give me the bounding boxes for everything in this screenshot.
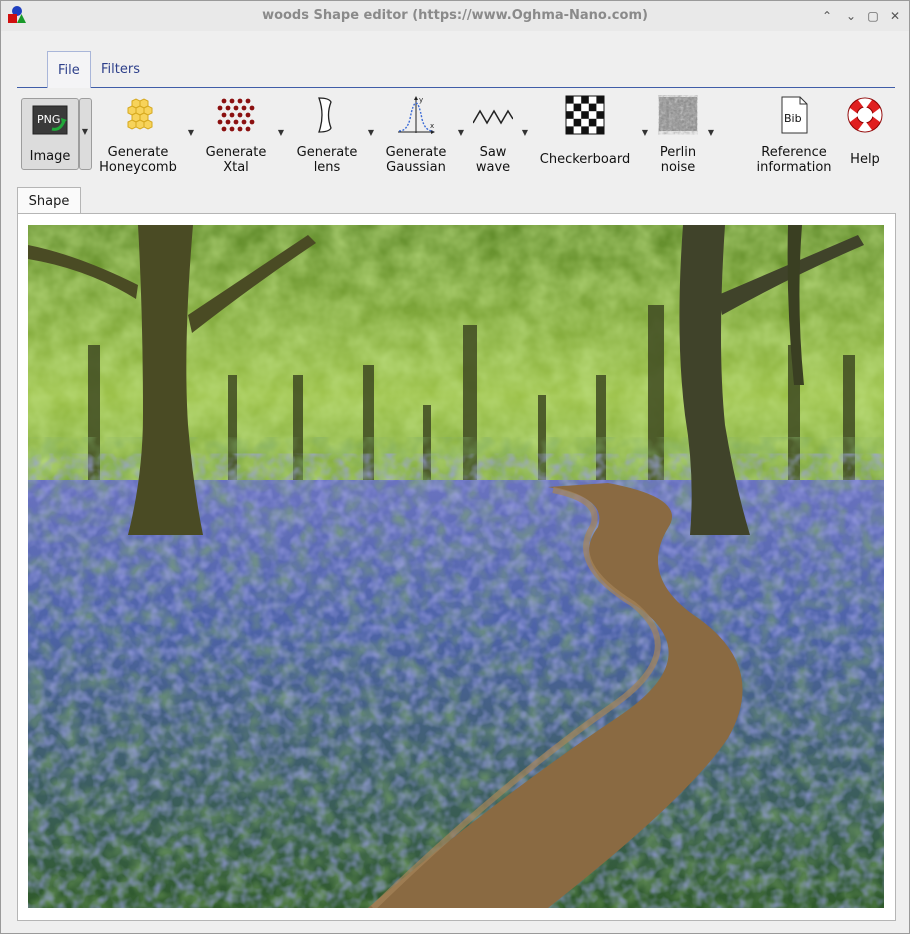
window-title: woods Shape editor (https://www.Oghma-Na… <box>262 8 648 23</box>
chevron-down-icon[interactable]: ▼ <box>640 128 650 138</box>
honeycomb-label-line2: Honeycomb <box>99 160 177 175</box>
help-button[interactable]: Help <box>843 95 887 167</box>
generate-lens-button[interactable]: Generate lens <box>291 95 363 175</box>
chevron-down-icon: ▼ <box>81 127 89 136</box>
honeycomb-label-line1: Generate <box>107 145 169 160</box>
chevron-down-icon[interactable]: ▼ <box>520 128 530 138</box>
saw-wave-icon <box>472 109 514 125</box>
honeycomb-icon <box>127 98 153 130</box>
image-label: Image <box>29 149 71 164</box>
saw-wave-button[interactable]: Saw wave <box>469 95 517 175</box>
png-image-icon: PNG <box>32 105 68 135</box>
xtal-label-line2: Xtal <box>223 160 249 175</box>
help-label: Help <box>850 152 880 167</box>
generate-honeycomb-button[interactable]: Generate Honeycomb <box>97 95 179 175</box>
perlin-noise-icon <box>659 97 697 131</box>
gaussian-label-line2: Gaussian <box>386 160 446 175</box>
lens-label-line1: Generate <box>296 145 358 160</box>
lens-label-line2: lens <box>313 160 341 175</box>
chevron-down-icon[interactable]: ▼ <box>366 128 376 138</box>
minimize-button[interactable]: ⌃ <box>819 8 835 24</box>
close-button[interactable]: ✕ <box>887 8 903 24</box>
tab-filters[interactable]: Filters <box>91 51 150 86</box>
generate-gaussian-button[interactable]: y x Generate Gaussian <box>381 95 451 175</box>
perlin-label-line1: Perlin <box>659 145 697 160</box>
tab-shape[interactable]: Shape <box>17 187 81 214</box>
perlin-noise-button[interactable]: Perlin noise <box>655 95 701 175</box>
saw-label-line1: Saw <box>479 145 507 160</box>
shape-panel <box>17 213 896 921</box>
lifebuoy-help-icon <box>847 97 883 133</box>
checkerboard-button[interactable]: Checkerboard <box>537 95 633 167</box>
image-tool[interactable]: PNG Image <box>21 105 79 164</box>
svg-text:y: y <box>419 96 423 104</box>
crystal-lattice-icon <box>217 98 255 132</box>
chevron-down-icon[interactable]: ▼ <box>706 128 716 138</box>
gaussian-label-line1: Generate <box>385 145 447 160</box>
tab-file[interactable]: File <box>47 51 91 88</box>
checkerboard-icon <box>565 95 605 135</box>
title-bar[interactable]: woods Shape editor (https://www.Oghma-Na… <box>1 1 909 31</box>
svg-text:PNG: PNG <box>37 113 60 126</box>
xtal-label-line1: Generate <box>205 145 267 160</box>
shape-image-view <box>28 225 884 908</box>
reference-label-line1: Reference <box>761 145 827 160</box>
saw-label-line2: wave <box>475 160 511 175</box>
reference-information-button[interactable]: Bib Reference information <box>751 95 837 175</box>
lens-icon <box>318 97 332 133</box>
perlin-label-line2: noise <box>660 160 696 175</box>
generate-xtal-button[interactable]: Generate Xtal <box>203 95 269 175</box>
chevron-down-icon[interactable]: ▼ <box>276 128 286 138</box>
svg-text:Bib: Bib <box>784 112 802 125</box>
reference-label-line2: information <box>756 160 832 175</box>
maximize-button[interactable]: ▢ <box>865 8 881 24</box>
chevron-down-icon[interactable]: ▼ <box>186 128 196 138</box>
chevron-down-icon[interactable]: ▼ <box>456 128 466 138</box>
checkerboard-label: Checkerboard <box>539 152 631 167</box>
gaussian-curve-icon: y x <box>398 96 435 134</box>
restore-button[interactable]: ⌄ <box>843 8 859 24</box>
shape-editor-window: woods Shape editor (https://www.Oghma-Na… <box>0 0 910 934</box>
ribbon-toolbar: ▼ PNG Image Generate Honeycomb ▼ Generat… <box>17 95 897 175</box>
svg-text:x: x <box>430 122 434 130</box>
bib-document-icon: Bib <box>781 96 808 134</box>
ribbon-tab-bar: File Filters <box>17 51 895 88</box>
